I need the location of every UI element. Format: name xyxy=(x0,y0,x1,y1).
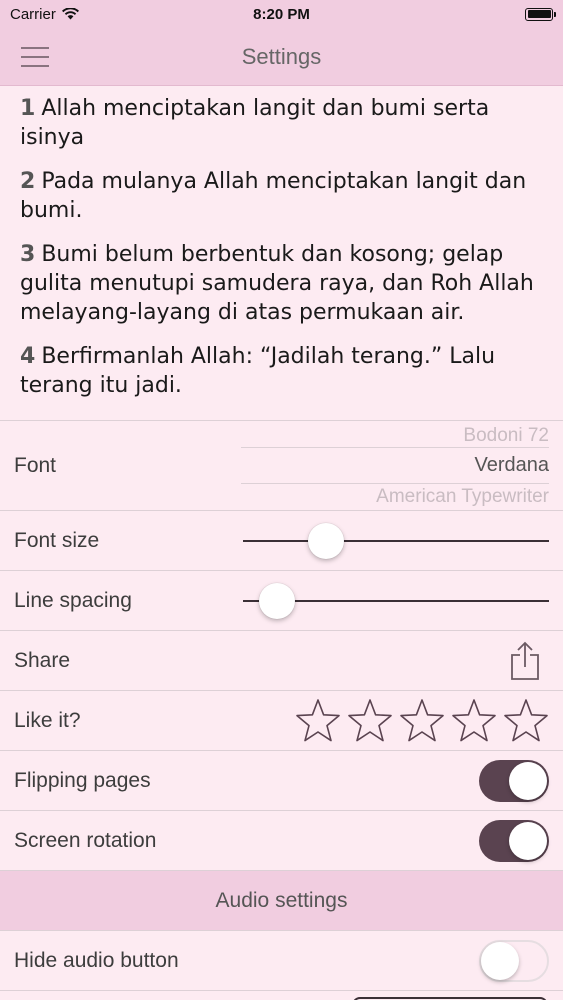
status-bar: Carrier 8:20 PM xyxy=(0,0,563,28)
share-row[interactable]: Share xyxy=(0,630,563,690)
verse-text: Berfirmanlah Allah: “Jadilah terang.” La… xyxy=(20,344,496,398)
screen-rotation-toggle[interactable] xyxy=(479,819,549,862)
star-icon[interactable] xyxy=(451,698,497,744)
font-option[interactable]: American Typewriter xyxy=(241,486,549,508)
hide-audio-row: Hide audio button xyxy=(0,930,563,990)
share-label: Share xyxy=(14,648,71,672)
battery-level xyxy=(527,10,551,18)
slider-thumb[interactable] xyxy=(259,582,295,619)
font-picker[interactable]: Bodoni 72 Verdana American Typewriter xyxy=(241,421,549,511)
like-label: Like it? xyxy=(14,708,81,732)
flipping-pages-toggle[interactable] xyxy=(479,759,549,802)
verse-number: 2 xyxy=(20,169,36,194)
screen-rotation-row: Screen rotation xyxy=(0,810,563,870)
line-spacing-row: Line spacing xyxy=(0,570,563,630)
font-label: Font xyxy=(14,453,57,477)
slider-thumb[interactable] xyxy=(308,522,344,559)
verse-number: 3 xyxy=(20,242,36,267)
font-option[interactable]: Bodoni 72 xyxy=(241,425,549,447)
flipping-pages-label: Flipping pages xyxy=(14,768,151,792)
verse-text: Bumi belum berbentuk dan kosong; gelap g… xyxy=(20,242,534,325)
verse-number: 4 xyxy=(20,344,36,369)
settings-list: Font Bodoni 72 Verdana American Typewrit… xyxy=(0,420,563,1000)
line-spacing-slider[interactable] xyxy=(243,581,549,621)
star-icon[interactable] xyxy=(347,698,393,744)
hide-audio-label: Hide audio button xyxy=(14,948,179,972)
flipping-pages-row: Flipping pages xyxy=(0,750,563,810)
battery-icon xyxy=(525,7,556,21)
rating-stars[interactable] xyxy=(295,698,549,744)
verse: 2 Pada mulanya Allah menciptakan langit d… xyxy=(20,167,543,225)
verse: 1 Allah menciptakan langit dan bumi serta… xyxy=(20,94,543,152)
like-row: Like it? xyxy=(0,690,563,750)
verse-text: Allah menciptakan langit dan bumi serta … xyxy=(20,96,490,150)
screen-rotation-label: Screen rotation xyxy=(14,828,157,852)
nav-bar: Settings xyxy=(0,28,563,86)
share-icon[interactable] xyxy=(509,641,541,681)
font-row: Font Bodoni 72 Verdana American Typewrit… xyxy=(0,420,563,510)
font-size-row: Font size xyxy=(0,510,563,570)
star-icon[interactable] xyxy=(503,698,549,744)
status-time: 8:20 PM xyxy=(253,5,310,23)
next-row-partial xyxy=(0,990,563,1000)
font-option-selected[interactable]: Verdana xyxy=(241,454,549,477)
line-spacing-label: Line spacing xyxy=(14,588,132,612)
audio-settings-header: Audio settings xyxy=(0,870,563,930)
verse-text: Pada mulanya Allah menciptakan langit da… xyxy=(20,169,527,223)
font-size-label: Font size xyxy=(14,528,100,552)
page-title: Settings xyxy=(241,43,322,69)
status-left: Carrier xyxy=(10,6,79,23)
verse: 3 Bumi belum berbentuk dan kosong; gelap … xyxy=(20,240,543,327)
verse: 4 Berfirmanlah Allah: “Jadilah terang.” L… xyxy=(20,342,543,400)
carrier-label: Carrier xyxy=(10,5,56,23)
slider-track[interactable] xyxy=(243,539,549,542)
star-icon[interactable] xyxy=(399,698,445,744)
verse-number: 1 xyxy=(20,96,36,121)
hide-audio-toggle[interactable] xyxy=(479,939,549,982)
star-icon[interactable] xyxy=(295,698,341,744)
wifi-icon xyxy=(61,8,79,20)
font-size-slider[interactable] xyxy=(243,521,549,561)
menu-icon[interactable] xyxy=(21,47,49,67)
reading-preview: 1 Allah menciptakan langit dan bumi serta… xyxy=(0,86,563,420)
